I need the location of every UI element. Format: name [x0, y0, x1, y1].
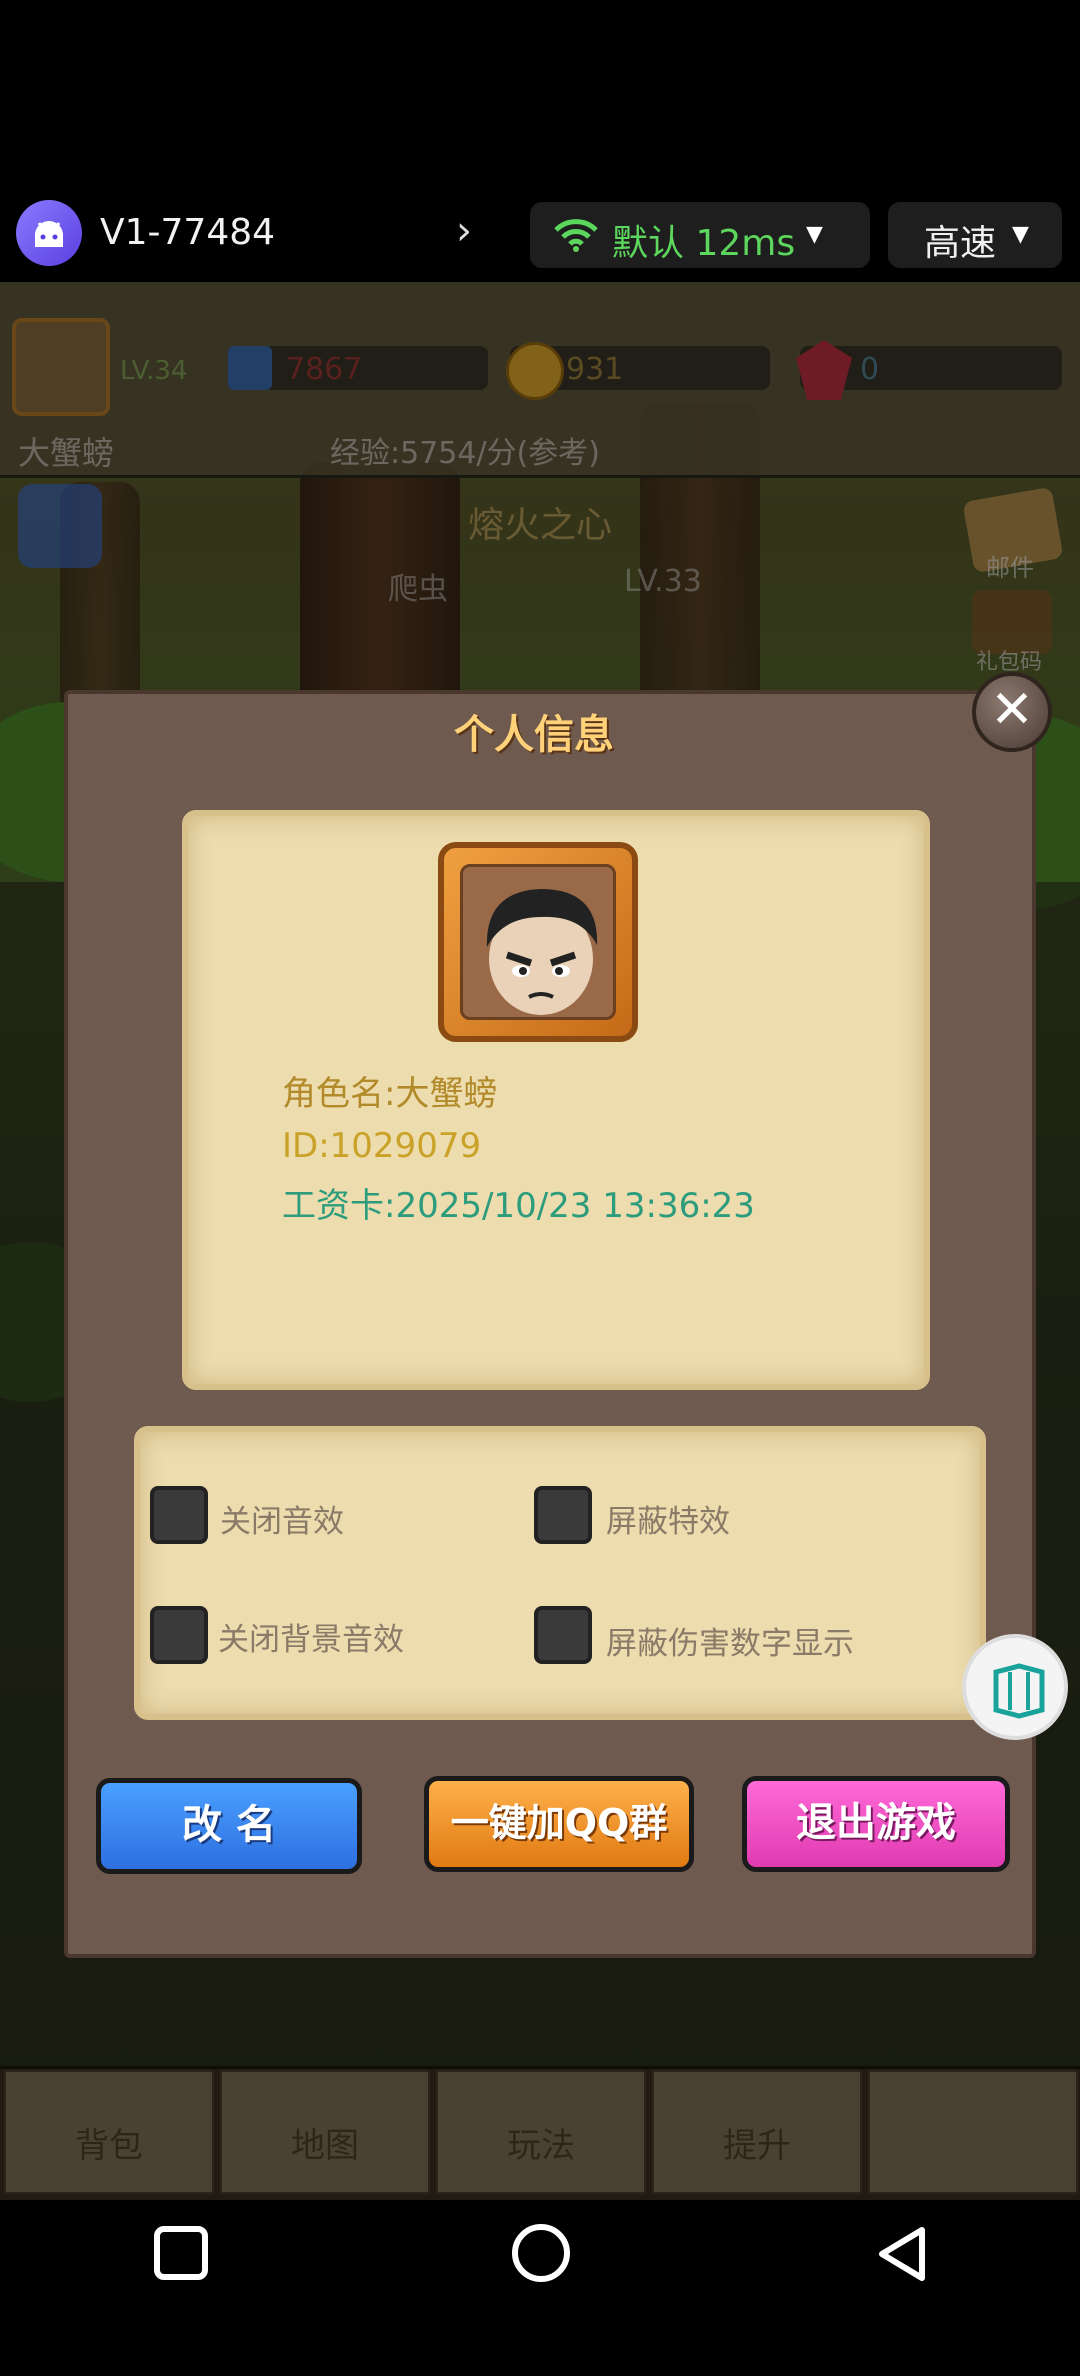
hide-damage-numbers-checkbox[interactable]	[534, 1606, 592, 1664]
mute-bgm-checkbox[interactable]	[150, 1606, 208, 1664]
dialog-title: 个人信息	[454, 712, 614, 758]
speed-selector[interactable]: 高速 ▼	[888, 202, 1062, 268]
join-qq-group-button[interactable]: 一键加QQ群	[424, 1776, 694, 1872]
network-selector[interactable]: 默认 12ms ▼	[530, 202, 870, 268]
home-button[interactable]	[512, 2224, 570, 2282]
mute-sfx-label: 关闭音效	[220, 1504, 344, 1540]
hide-damage-numbers-label: 屏蔽伤害数字显示	[606, 1626, 854, 1662]
recent-apps-button[interactable]	[154, 2226, 208, 2280]
cube-icon	[993, 1663, 1045, 1719]
floating-assistant-button[interactable]	[962, 1634, 1068, 1740]
wifi-icon	[554, 218, 598, 256]
speed-label: 高速	[924, 223, 997, 264]
exit-game-button[interactable]: 退出游戏	[742, 1776, 1010, 1872]
settings-panel	[134, 1426, 986, 1720]
close-icon: ✕	[990, 680, 1034, 740]
back-button[interactable]	[874, 2224, 930, 2288]
rename-button[interactable]: 改 名	[96, 1778, 362, 1874]
android-app-icon[interactable]	[16, 200, 82, 266]
hide-effects-checkbox[interactable]	[534, 1486, 592, 1544]
close-button[interactable]: ✕	[972, 672, 1052, 752]
network-label: 默认 12ms	[612, 223, 796, 264]
avatar	[460, 864, 616, 1020]
chevron-right-icon[interactable]: ›	[456, 208, 472, 254]
role-id: ID:1029079	[282, 1126, 482, 1166]
caret-down-icon: ▼	[806, 222, 823, 247]
mute-sfx-checkbox[interactable]	[150, 1486, 208, 1544]
caret-down-icon: ▼	[1012, 222, 1029, 247]
hide-effects-label: 屏蔽特效	[606, 1504, 730, 1540]
device-name[interactable]: V1-77484	[100, 212, 275, 253]
mute-bgm-label: 关闭背景音效	[218, 1622, 404, 1658]
character-portrait	[438, 842, 638, 1042]
role-name: 角色名:大蟹螃	[282, 1074, 498, 1114]
salary-card-expiry: 工资卡:2025/10/23 13:36:23	[282, 1186, 755, 1226]
